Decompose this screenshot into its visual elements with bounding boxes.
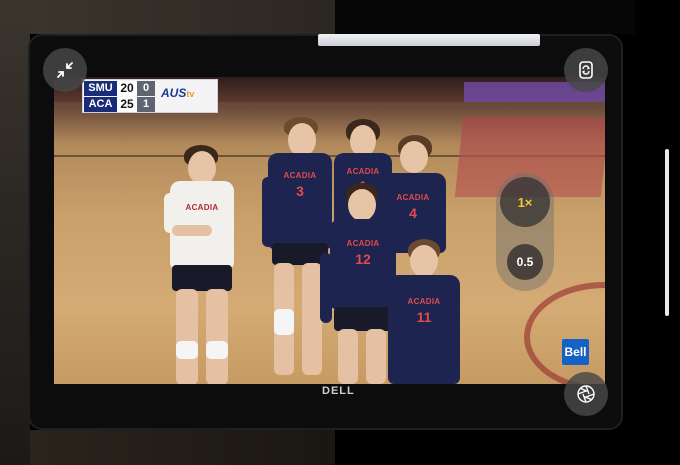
team1-score: 20: [117, 81, 137, 96]
monitor-brand-logo: DELL: [322, 385, 355, 397]
team2-score: 25: [117, 97, 137, 112]
collapse-icon: [56, 61, 74, 79]
team1-sets: 0: [137, 81, 155, 96]
team2-sets: 1: [137, 97, 155, 112]
collapse-button[interactable]: [43, 48, 87, 92]
camera-background-top-right: [335, 0, 635, 34]
camera-background-top: [30, 0, 335, 34]
scroll-indicator[interactable]: [665, 149, 669, 316]
photo-filter-button[interactable]: [564, 372, 608, 416]
player-white: ACADIA: [164, 145, 244, 384]
team2-name: ACA: [84, 97, 117, 112]
camera-background-left: [0, 0, 30, 465]
aperture-icon: [575, 383, 597, 405]
rotate-camera-icon: [576, 60, 596, 80]
network-logo: AUStv: [161, 86, 217, 108]
scoreboard-row-team2: ACA 25 1: [84, 97, 155, 112]
rotate-camera-button[interactable]: [564, 48, 608, 92]
zoom-1x-button[interactable]: 1×: [500, 177, 550, 227]
player-11: ACADIA 11: [382, 239, 466, 384]
court-logo-arc: [524, 282, 605, 384]
team1-name: SMU: [84, 81, 117, 96]
network-suffix: tv: [186, 89, 195, 99]
camera-background-bottom: [30, 430, 335, 465]
scoreboard: SMU 20 0 ACA 25 1 AUStv: [82, 79, 218, 113]
scoreboard-row-team1: SMU 20 0: [84, 81, 155, 96]
zoom-0.5-button[interactable]: 0.5: [507, 244, 543, 280]
network-name: AUS: [161, 86, 187, 100]
bell-logo: Bell: [562, 339, 589, 365]
light-reflection: [318, 34, 540, 46]
